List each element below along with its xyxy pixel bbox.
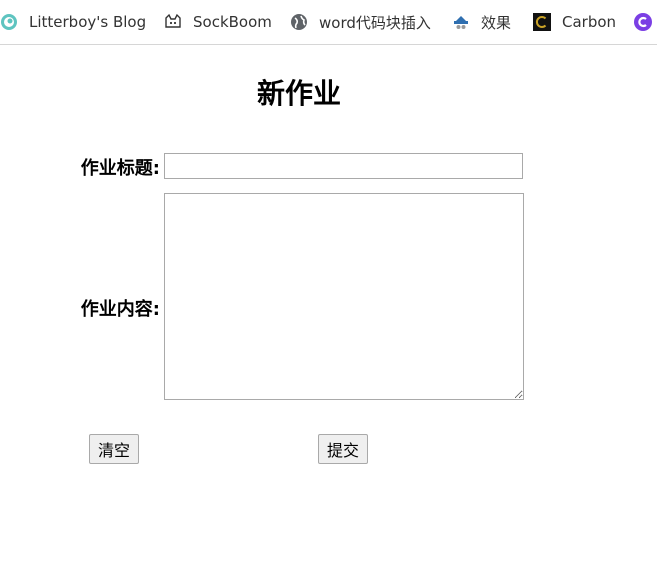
bookmark-carbon[interactable]: Carbon [533, 11, 616, 33]
bookmark-label: Carbon [562, 13, 617, 31]
title-input[interactable] [164, 153, 523, 179]
bookmark-label: Litterboy's Blog [29, 13, 147, 31]
bookmark-label: word代码块插入 [319, 13, 431, 32]
bookmark-purple-c[interactable] [634, 11, 657, 33]
bookmark-sockboom[interactable]: SockBoom [164, 11, 272, 33]
bookmark-word-code-insert[interactable]: word代码块插入 [290, 11, 431, 33]
content-textarea[interactable] [164, 193, 524, 400]
bookmark-label: 效果 [481, 13, 512, 32]
page-title: 新作业 [256, 77, 341, 110]
purple-c-logo-icon [634, 13, 652, 31]
swirl-logo-icon [0, 13, 18, 31]
title-label: 作业标题: [80, 158, 160, 179]
carbon-logo-icon [533, 13, 551, 31]
content-label: 作业内容: [80, 299, 160, 320]
sockboom-cat-icon [164, 13, 182, 31]
hat-logo-icon [452, 13, 470, 31]
bookmark-label: SockBoom [193, 13, 272, 31]
submit-button[interactable]: 提交 [318, 434, 369, 464]
bookmarks-bar: Litterboy's Blog SockBoom word代码块插入 效果 C… [0, 0, 657, 45]
bookmark-effect[interactable]: 效果 [452, 11, 511, 33]
clear-button[interactable]: 清空 [89, 434, 140, 464]
globe-icon [290, 13, 308, 31]
bookmark-litterboys-blog[interactable]: Litterboy's Blog [0, 11, 146, 33]
